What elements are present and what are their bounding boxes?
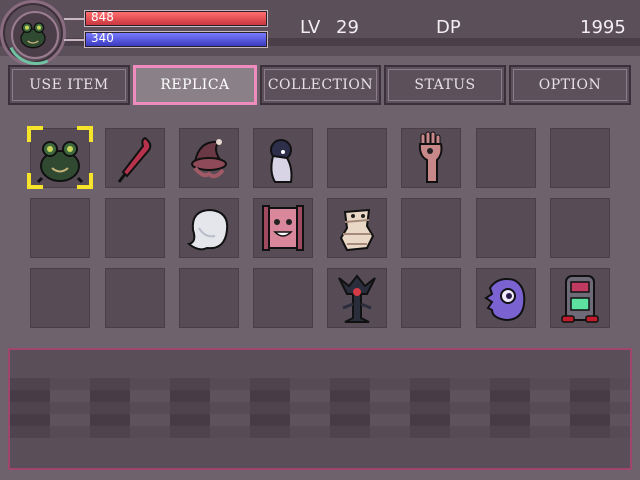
- replica-slot-empty[interactable]: [105, 198, 165, 258]
- vending-machine-icon: [561, 275, 599, 323]
- scroll-face-icon: [262, 205, 304, 251]
- mp-bar: 340: [84, 31, 268, 48]
- replica-slot-witch-hat[interactable]: [179, 128, 239, 188]
- replica-slot-empty[interactable]: [327, 128, 387, 188]
- frog-icon: [20, 22, 46, 49]
- hp-connector: [64, 18, 84, 20]
- tab-status[interactable]: STATUS: [384, 65, 506, 105]
- mp-connector: [64, 39, 84, 41]
- tab-collection[interactable]: COLLECTION: [260, 65, 381, 105]
- dp-label: DP: [436, 17, 461, 38]
- description-box: [8, 348, 632, 470]
- hp-bar: 848: [84, 10, 268, 27]
- replica-slot-empty[interactable]: [476, 128, 536, 188]
- mp-value: 340: [91, 31, 114, 45]
- bowing-ghost-icon: [270, 139, 293, 183]
- level-value: 29: [336, 17, 359, 38]
- pattern-row: [10, 426, 630, 438]
- replica-slot-dark-tree[interactable]: [327, 268, 387, 328]
- replica-slot-scroll-face[interactable]: [253, 198, 313, 258]
- replica-slot-empty[interactable]: [30, 198, 90, 258]
- replica-slot-white-ghost[interactable]: [179, 198, 239, 258]
- replica-slot-empty[interactable]: [179, 268, 239, 328]
- umbrella-icon: [117, 136, 152, 183]
- pattern-row: [10, 414, 630, 426]
- replica-slot-empty[interactable]: [30, 268, 90, 328]
- hp-value: 848: [91, 10, 114, 24]
- replica-slot-hand[interactable]: [401, 128, 461, 188]
- pattern-row: [10, 378, 630, 390]
- witch-hat-icon: [191, 139, 227, 179]
- portrait-frame: [11, 11, 59, 59]
- player-portrait: [0, 0, 74, 74]
- hand-with-eye-icon: [418, 131, 443, 183]
- replica-slot-empty[interactable]: [105, 268, 165, 328]
- replica-slot-purple-blob[interactable]: [476, 268, 536, 328]
- pattern-row: [10, 402, 630, 414]
- replica-slot-umbrella[interactable]: [105, 128, 165, 188]
- purple-one-eyed-blob-icon: [484, 278, 526, 322]
- white-ghost-icon: [186, 208, 229, 251]
- dark-tree-icon: [338, 274, 376, 323]
- selection-cursor: [27, 126, 93, 189]
- replica-slot-empty[interactable]: [253, 268, 313, 328]
- replica-slot-bowing-ghost[interactable]: [253, 128, 313, 188]
- pattern-row: [10, 390, 630, 402]
- replica-slot-empty[interactable]: [550, 198, 610, 258]
- replica-slot-empty[interactable]: [550, 128, 610, 188]
- tab-replica[interactable]: REPLICA: [133, 65, 257, 105]
- tab-option[interactable]: OPTION: [509, 65, 631, 105]
- level-label: LV: [300, 17, 321, 38]
- replica-slot-bandaged-ghost[interactable]: [327, 198, 387, 258]
- bandaged-ghost-icon: [339, 208, 375, 252]
- dp-value: 1995: [580, 17, 626, 38]
- replica-slot-empty[interactable]: [401, 198, 461, 258]
- replica-slot-empty[interactable]: [401, 268, 461, 328]
- tab-use-item[interactable]: USE ITEM: [8, 65, 130, 105]
- replica-slot-vending-machine[interactable]: [550, 268, 610, 328]
- replica-slot-empty[interactable]: [476, 198, 536, 258]
